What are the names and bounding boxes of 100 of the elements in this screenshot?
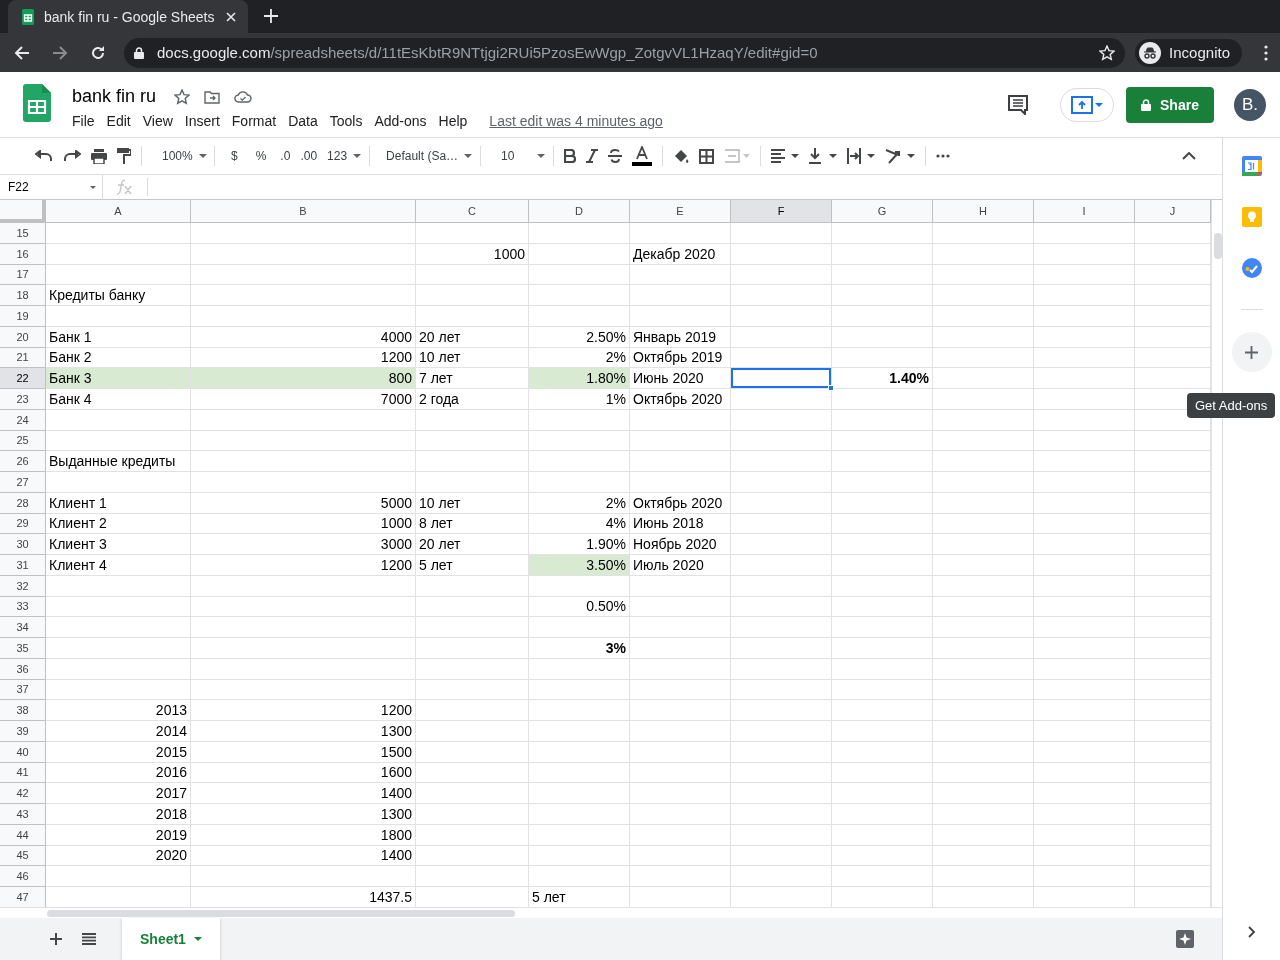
plus-icon[interactable] <box>264 9 278 23</box>
row-header[interactable]: 21 <box>0 347 46 369</box>
close-icon[interactable] <box>226 11 236 22</box>
menu-item[interactable]: Add-ons <box>368 113 433 129</box>
sheet-list-icon[interactable] <box>82 933 96 945</box>
star-icon[interactable] <box>174 88 191 105</box>
row-header[interactable]: 28 <box>0 492 46 514</box>
row-header[interactable]: 39 <box>0 721 46 742</box>
font-dropdown[interactable]: Default (Sa… <box>380 149 481 163</box>
fill-color-icon[interactable] <box>673 148 690 164</box>
column-header[interactable]: I <box>1034 200 1135 223</box>
font-size-dropdown[interactable]: 10 <box>491 149 554 163</box>
row-header[interactable]: 20 <box>0 326 46 348</box>
column-header[interactable]: D <box>529 200 630 223</box>
incognito-button[interactable]: Incognito <box>1135 38 1242 67</box>
print-icon[interactable] <box>91 148 107 164</box>
menu-item[interactable]: Format <box>225 113 283 129</box>
folder-icon[interactable] <box>204 89 221 104</box>
last-edit-link[interactable]: Last edit was 4 minutes ago <box>489 113 663 129</box>
increase-decimal-button[interactable]: .00 <box>298 149 320 163</box>
cloud-check-icon[interactable] <box>234 90 253 103</box>
row-header[interactable]: 16 <box>0 243 46 265</box>
row-header[interactable]: 17 <box>0 264 46 286</box>
row-header[interactable]: 34 <box>0 617 46 638</box>
menu-item[interactable]: Edit <box>100 113 137 129</box>
row-header[interactable]: 15 <box>0 223 46 244</box>
reload-icon[interactable] <box>90 44 106 61</box>
more-formats-dropdown[interactable]: 123 <box>325 149 370 163</box>
row-header[interactable]: 26 <box>0 451 46 472</box>
row-header[interactable]: 42 <box>0 783 46 804</box>
collapse-icon[interactable] <box>1182 152 1196 160</box>
sheet-tab[interactable]: Sheet1 <box>122 918 220 960</box>
explore-icon[interactable] <box>1176 930 1194 948</box>
chevron-right-icon[interactable] <box>1247 926 1256 938</box>
check-circle-icon[interactable] <box>1241 258 1262 278</box>
menu-item[interactable]: Data <box>282 113 324 129</box>
row-header[interactable]: 24 <box>0 409 46 431</box>
row-header[interactable]: 36 <box>0 658 46 680</box>
row-header[interactable]: 41 <box>0 762 46 784</box>
comment-icon[interactable] <box>1008 94 1028 115</box>
row-header[interactable]: 47 <box>0 887 46 907</box>
redo-icon[interactable] <box>63 150 81 162</box>
paint-format-icon[interactable] <box>117 148 131 164</box>
decrease-decimal-button[interactable]: .0 <box>278 149 293 163</box>
row-header[interactable]: 37 <box>0 679 46 701</box>
row-header[interactable]: 22 <box>0 368 46 389</box>
column-header[interactable]: J <box>1135 200 1211 223</box>
row-header[interactable]: 19 <box>0 306 46 327</box>
column-header[interactable]: A <box>46 200 191 223</box>
menu-item[interactable]: File <box>66 113 101 129</box>
document-title[interactable]: bank fin ru <box>72 86 157 107</box>
bold-icon[interactable] <box>564 149 577 163</box>
row-header[interactable]: 30 <box>0 534 46 555</box>
column-header[interactable]: B <box>191 200 416 223</box>
column-header[interactable]: G <box>832 200 933 223</box>
row-header[interactable]: 27 <box>0 472 46 493</box>
row-header[interactable]: 45 <box>0 845 46 867</box>
merge-cells-icon[interactable] <box>724 149 751 163</box>
back-icon[interactable] <box>14 44 30 61</box>
account-avatar[interactable]: B. <box>1234 88 1266 121</box>
more-icon[interactable] <box>1264 44 1268 61</box>
row-header[interactable]: 18 <box>0 285 46 306</box>
share-button[interactable]: Share <box>1126 86 1214 123</box>
column-header[interactable]: H <box>933 200 1034 223</box>
menu-item[interactable]: Help <box>432 113 474 129</box>
selected-cell[interactable] <box>731 368 831 388</box>
menu-item[interactable]: View <box>136 113 179 129</box>
more-icon[interactable] <box>936 154 951 158</box>
menu-item[interactable]: Tools <box>323 113 369 129</box>
undo-icon[interactable] <box>35 150 53 162</box>
row-header[interactable]: 25 <box>0 430 46 452</box>
name-box[interactable]: F22 <box>0 174 103 200</box>
browser-tab[interactable]: bank fin ru - Google Sheets <box>8 0 248 33</box>
currency-button[interactable]: $ <box>225 149 244 163</box>
row-header[interactable]: 31 <box>0 555 46 576</box>
sheets-logo-icon[interactable] <box>23 83 51 122</box>
row-header[interactable]: 35 <box>0 638 46 659</box>
column-header[interactable]: E <box>630 200 731 223</box>
italic-icon[interactable] <box>586 149 599 163</box>
text-color-icon[interactable] <box>632 146 653 166</box>
row-header[interactable]: 44 <box>0 824 46 846</box>
column-header[interactable]: F <box>731 200 832 223</box>
vertical-align-icon[interactable] <box>809 148 838 164</box>
row-header[interactable]: 29 <box>0 513 46 535</box>
row-header[interactable]: 43 <box>0 804 46 825</box>
text-wrap-icon[interactable] <box>847 148 876 164</box>
row-header[interactable]: 46 <box>0 866 46 887</box>
row-header[interactable]: 33 <box>0 596 46 618</box>
row-header[interactable]: 38 <box>0 700 46 721</box>
column-header[interactable]: C <box>416 200 529 223</box>
text-rotation-icon[interactable] <box>885 148 916 164</box>
zoom-dropdown[interactable]: 100% <box>152 149 214 163</box>
menu-item[interactable]: Insert <box>178 113 226 129</box>
percent-button[interactable]: % <box>249 149 273 163</box>
row-header[interactable]: 40 <box>0 741 46 763</box>
borders-icon[interactable] <box>699 148 715 164</box>
row-header[interactable]: 32 <box>0 575 46 597</box>
address-bar[interactable]: docs.google.com/spreadsheets/d/11tEsKbtR9NTtjgi2RUi5PzosEwWgp_ZotgvVL1HzaqY/edit#gid=0 <box>124 37 1126 68</box>
strikethrough-icon[interactable] <box>608 149 623 163</box>
add-sheet-icon[interactable] <box>50 933 62 945</box>
